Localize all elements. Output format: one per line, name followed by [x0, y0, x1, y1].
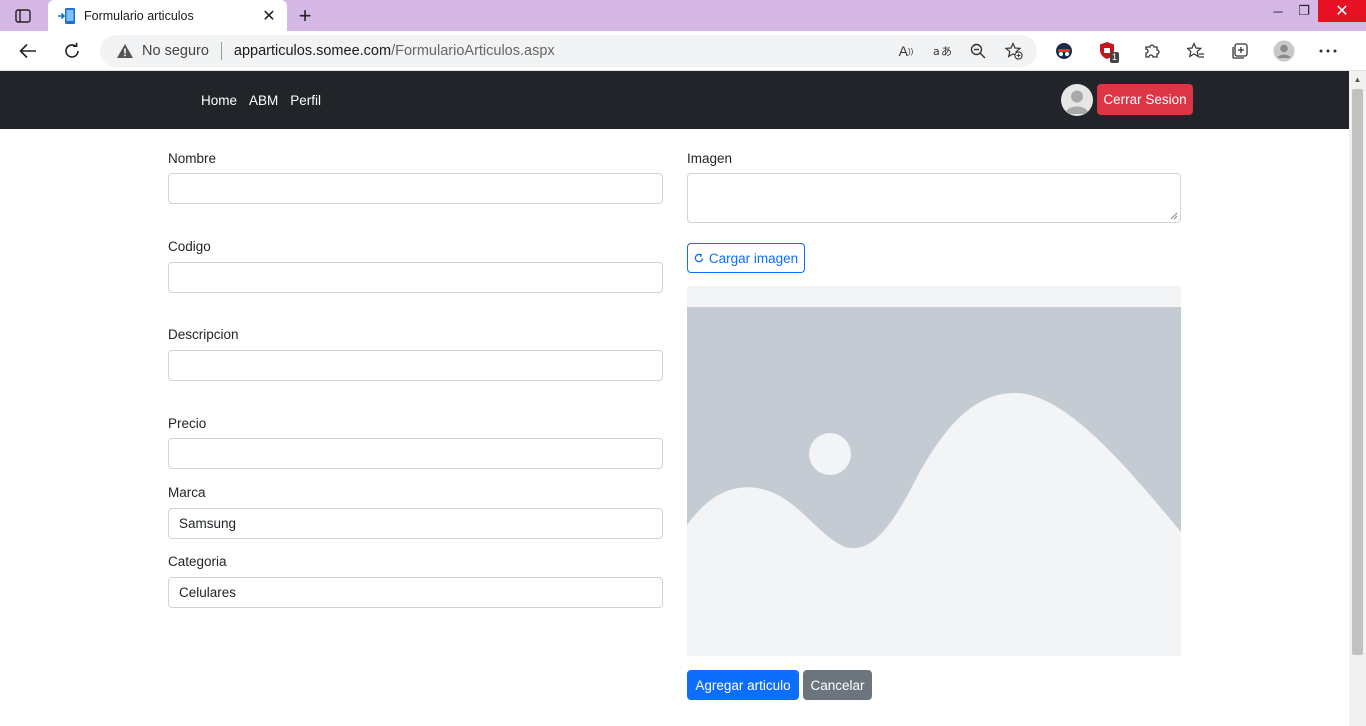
tab-title: Formulario articulos — [84, 8, 194, 23]
phone-favicon-icon — [58, 7, 76, 24]
puzzle-extensions-icon[interactable] — [1138, 37, 1166, 65]
marca-label: Marca — [168, 485, 206, 500]
translate-icon[interactable]: aあ — [931, 40, 953, 62]
zoom-out-icon[interactable] — [967, 40, 989, 62]
read-aloud-icon[interactable]: A)) — [895, 40, 917, 62]
svg-text:a: a — [933, 45, 940, 58]
profile-avatar-icon[interactable] — [1270, 37, 1298, 65]
refresh-icon — [65, 42, 79, 58]
favorites-icon[interactable] — [1182, 37, 1210, 65]
resize-grip-icon[interactable] — [1170, 212, 1178, 220]
site-navbar: Home ABM Perfil Cerrar Sesion — [0, 71, 1349, 129]
add-favorite-icon[interactable] — [1003, 40, 1025, 62]
tab-actions-button[interactable] — [6, 4, 40, 28]
marca-select[interactable] — [168, 508, 663, 539]
user-avatar-icon — [1065, 90, 1089, 114]
codigo-label: Codigo — [168, 239, 211, 254]
tab-actions-icon — [15, 9, 31, 23]
page-viewport: Home ABM Perfil Cerrar Sesion Nombre Cod… — [0, 71, 1349, 726]
categoria-select[interactable] — [168, 577, 663, 608]
incognito-extension-icon[interactable] — [1050, 37, 1078, 65]
svg-text:あ: あ — [941, 45, 951, 58]
nav-link-perfil[interactable]: Perfil — [290, 93, 321, 108]
image-preview — [687, 286, 1181, 656]
address-bar-actions: A)) aあ — [895, 35, 1025, 67]
collections-icon[interactable] — [1226, 37, 1254, 65]
url-path: /FormularioArticulos.aspx — [391, 43, 555, 59]
extension-badge: 1 — [1110, 52, 1120, 63]
reload-icon — [694, 253, 703, 263]
back-button[interactable] — [14, 37, 42, 65]
refresh-button[interactable] — [58, 37, 86, 65]
logout-button[interactable]: Cerrar Sesion — [1097, 84, 1193, 115]
page-scrollbar[interactable]: ▲ — [1349, 71, 1366, 726]
cancel-button[interactable]: Cancelar — [803, 670, 872, 700]
browser-toolbar: No seguro apparticulos.somee.com/Formula… — [0, 31, 1366, 71]
address-divider — [220, 42, 222, 60]
descripcion-label: Descripcion — [168, 327, 239, 342]
tab-close-icon[interactable]: ✕ — [261, 8, 277, 25]
add-article-button[interactable]: Agregar articulo — [687, 670, 799, 700]
image-placeholder-icon — [687, 307, 1181, 637]
user-avatar[interactable] — [1061, 84, 1093, 116]
scroll-thumb[interactable] — [1352, 89, 1363, 655]
categoria-label: Categoria — [168, 554, 227, 569]
window-minimize-button[interactable]: ─ — [1264, 0, 1292, 22]
browser-titlebar: Formulario articulos ✕ + ─ ❐ ✕ — [0, 0, 1366, 31]
codigo-input[interactable] — [168, 262, 663, 293]
nav-links: Home ABM Perfil — [201, 71, 321, 129]
window-close-button[interactable]: ✕ — [1318, 0, 1366, 22]
extensions-area: 1 — [1050, 37, 1358, 65]
nav-link-abm[interactable]: ABM — [249, 93, 278, 108]
window-maximize-button[interactable]: ❐ — [1290, 0, 1318, 22]
nombre-input[interactable] — [168, 173, 663, 204]
address-bar[interactable]: No seguro apparticulos.somee.com/Formula… — [100, 35, 1037, 67]
precio-input[interactable] — [168, 438, 663, 469]
security-status[interactable]: No seguro — [142, 43, 209, 59]
nombre-label: Nombre — [168, 151, 217, 166]
nav-link-home[interactable]: Home — [201, 93, 237, 108]
new-tab-icon[interactable]: + — [293, 4, 317, 28]
imagen-label: Imagen — [687, 151, 733, 166]
browser-tab-active[interactable]: Formulario articulos ✕ — [48, 0, 287, 31]
warning-icon — [117, 44, 133, 58]
arrow-left-icon — [19, 43, 36, 59]
load-image-button[interactable]: Cargar imagen — [687, 243, 805, 273]
shield-extension-icon[interactable]: 1 — [1094, 37, 1122, 65]
url-host: apparticulos.somee.com — [233, 43, 392, 59]
precio-label: Precio — [168, 416, 207, 431]
descripcion-input[interactable] — [168, 350, 663, 381]
imagen-url-textarea[interactable] — [687, 173, 1181, 223]
scroll-up-arrow-icon[interactable]: ▲ — [1349, 71, 1366, 88]
more-menu-icon[interactable] — [1314, 37, 1342, 65]
load-image-label: Cargar imagen — [708, 250, 799, 266]
